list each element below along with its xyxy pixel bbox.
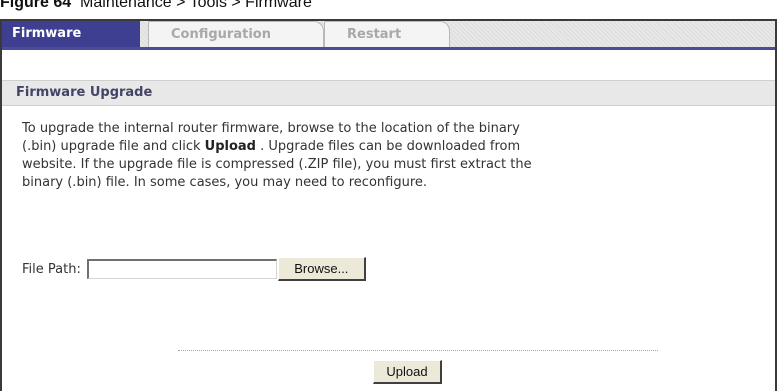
instruction-line-4: binary (.bin) file. In some cases, you m… — [22, 175, 428, 190]
file-path-label: File Path: — [22, 261, 81, 277]
instruction-line-2: (.bin) upgrade file and click Upload . U… — [22, 138, 781, 156]
figure-label: Figure 64 — [0, 0, 72, 11]
instruction-line-2-pre: (.bin) upgrade file and click — [22, 139, 205, 154]
instruction-line-2-post: . Upgrade files can be downloaded from — [255, 139, 521, 154]
firmware-panel: Firmware Configuration Restart Firmware … — [0, 19, 777, 391]
tab-restart[interactable]: Restart — [324, 21, 450, 47]
section-title: Firmware Upgrade — [2, 80, 775, 106]
divider — [178, 350, 658, 351]
upgrade-instructions: To upgrade the internal router firmware,… — [22, 120, 781, 192]
tab-bar: Firmware Configuration Restart — [2, 21, 775, 50]
tab-firmware[interactable]: Firmware — [2, 21, 140, 47]
upload-button[interactable]: Upload — [373, 360, 442, 384]
instruction-line-1: To upgrade the internal router firmware,… — [22, 121, 520, 136]
file-path-input[interactable] — [86, 259, 277, 279]
figure-caption-text: Maintenance > Tools > Firmware — [80, 0, 312, 11]
browse-button[interactable]: Browse... — [277, 257, 366, 281]
file-path-row: File Path: Browse... — [22, 257, 366, 281]
instruction-line-3: website. If the upgrade file is compress… — [22, 157, 532, 172]
tab-configuration[interactable]: Configuration — [148, 21, 324, 47]
figure-caption: Figure 64 Maintenance > Tools > Firmware — [0, 0, 312, 15]
upload-keyword: Upload — [204, 139, 256, 154]
